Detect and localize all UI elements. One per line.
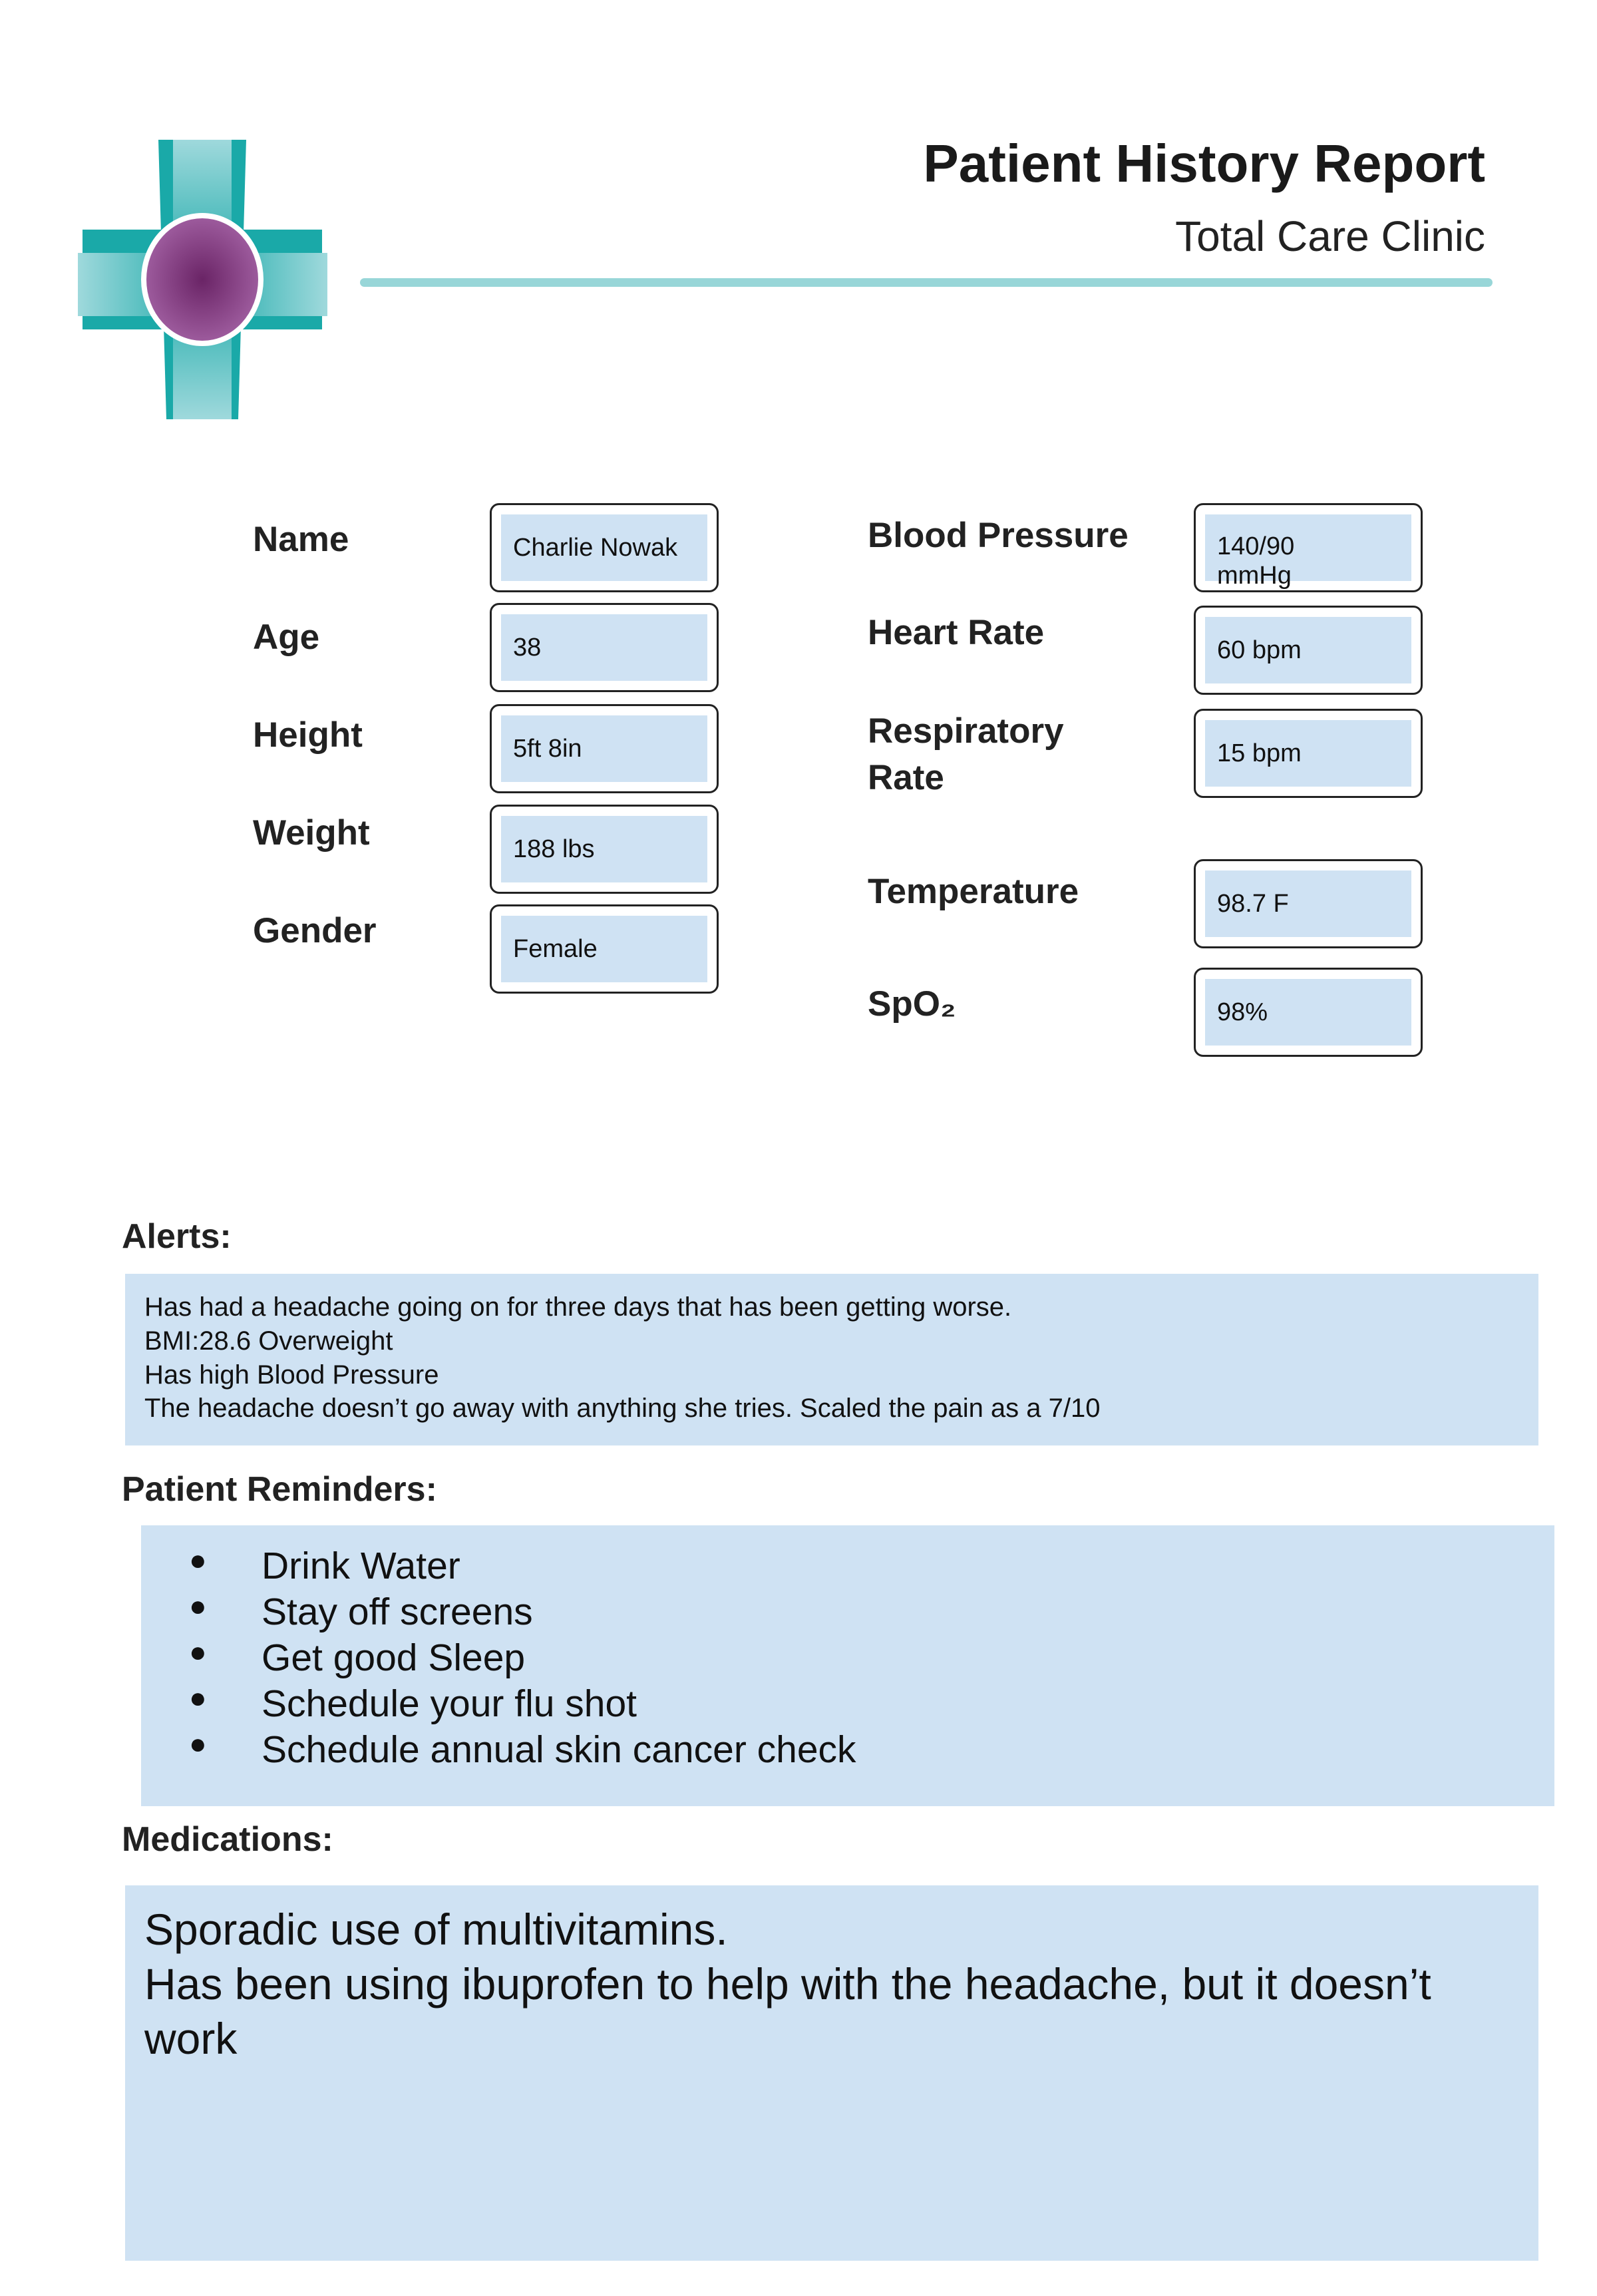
gender-value: Female [513, 935, 598, 963]
age-field[interactable]: 38 [490, 603, 719, 692]
name-field[interactable]: Charlie Nowak [490, 503, 719, 592]
age-value: 38 [513, 634, 542, 662]
bullet-icon: ● [189, 1544, 207, 1577]
weight-value: 188 lbs [513, 835, 595, 863]
temperature-value: 98.7 F [1217, 890, 1289, 918]
alerts-box[interactable]: Has had a headache going on for three da… [125, 1274, 1538, 1445]
blood-pressure-field[interactable]: 140/90 mmHg [1194, 503, 1423, 592]
bullet-icon: ● [189, 1728, 207, 1760]
age-label: Age [253, 618, 320, 657]
gender-field[interactable]: Female [490, 904, 719, 994]
gender-label: Gender [253, 911, 377, 950]
medication-line: Has been using ibuprofen to help with th… [144, 1959, 1431, 2009]
medications-heading: Medications: [122, 1820, 333, 1859]
header-divider [360, 278, 1493, 287]
blood-pressure-value: 140/90 mmHg [1217, 532, 1295, 590]
alert-line: BMI:28.6 Overweight [144, 1326, 393, 1356]
bullet-icon: ● [189, 1636, 207, 1668]
weight-label: Weight [253, 813, 370, 853]
name-value: Charlie Nowak [513, 534, 678, 562]
bullet-icon: ● [189, 1682, 207, 1714]
report-title: Patient History Report [923, 134, 1485, 193]
medications-box[interactable]: Sporadic use of multivitamins. Has been … [125, 1885, 1538, 2261]
blood-pressure-label: Blood Pressure [868, 516, 1129, 555]
spo2-label: SpO₂ [868, 984, 956, 1024]
medication-line: Sporadic use of multivitamins. [144, 1905, 728, 1954]
reminders-heading: Patient Reminders: [122, 1470, 437, 1509]
alerts-heading: Alerts: [122, 1217, 232, 1256]
bullet-icon: ● [189, 1590, 207, 1623]
respiratory-rate-label: Respiratory Rate [868, 711, 1064, 797]
alert-line: Has high Blood Pressure [144, 1360, 439, 1390]
medical-cross-logo [78, 140, 327, 419]
heart-rate-field[interactable]: 60 bpm [1194, 606, 1423, 695]
name-label: Name [253, 520, 349, 559]
respiratory-rate-field[interactable]: 15 bpm [1194, 709, 1423, 798]
alert-line: Has had a headache going on for three da… [144, 1292, 1012, 1322]
weight-field[interactable]: 188 lbs [490, 805, 719, 894]
height-label: Height [253, 715, 363, 755]
clinic-name: Total Care Clinic [1175, 212, 1485, 260]
respiratory-rate-value: 15 bpm [1217, 739, 1302, 767]
height-field[interactable]: 5ft 8in [490, 704, 719, 793]
reminders-box[interactable]: ● Drink Water ● Stay off screens ● Get good… [141, 1525, 1554, 1806]
medication-line: work [144, 2014, 238, 2063]
spo2-field[interactable]: 98% [1194, 968, 1423, 1057]
heart-rate-label: Heart Rate [868, 613, 1045, 652]
alert-line: The headache doesn’t go away with anythi… [144, 1394, 1101, 1423]
heart-rate-value: 60 bpm [1217, 636, 1302, 664]
spo2-value: 98% [1217, 998, 1268, 1026]
height-value: 5ft 8in [513, 735, 582, 763]
temperature-label: Temperature [868, 872, 1079, 911]
temperature-field[interactable]: 98.7 F [1194, 859, 1423, 948]
